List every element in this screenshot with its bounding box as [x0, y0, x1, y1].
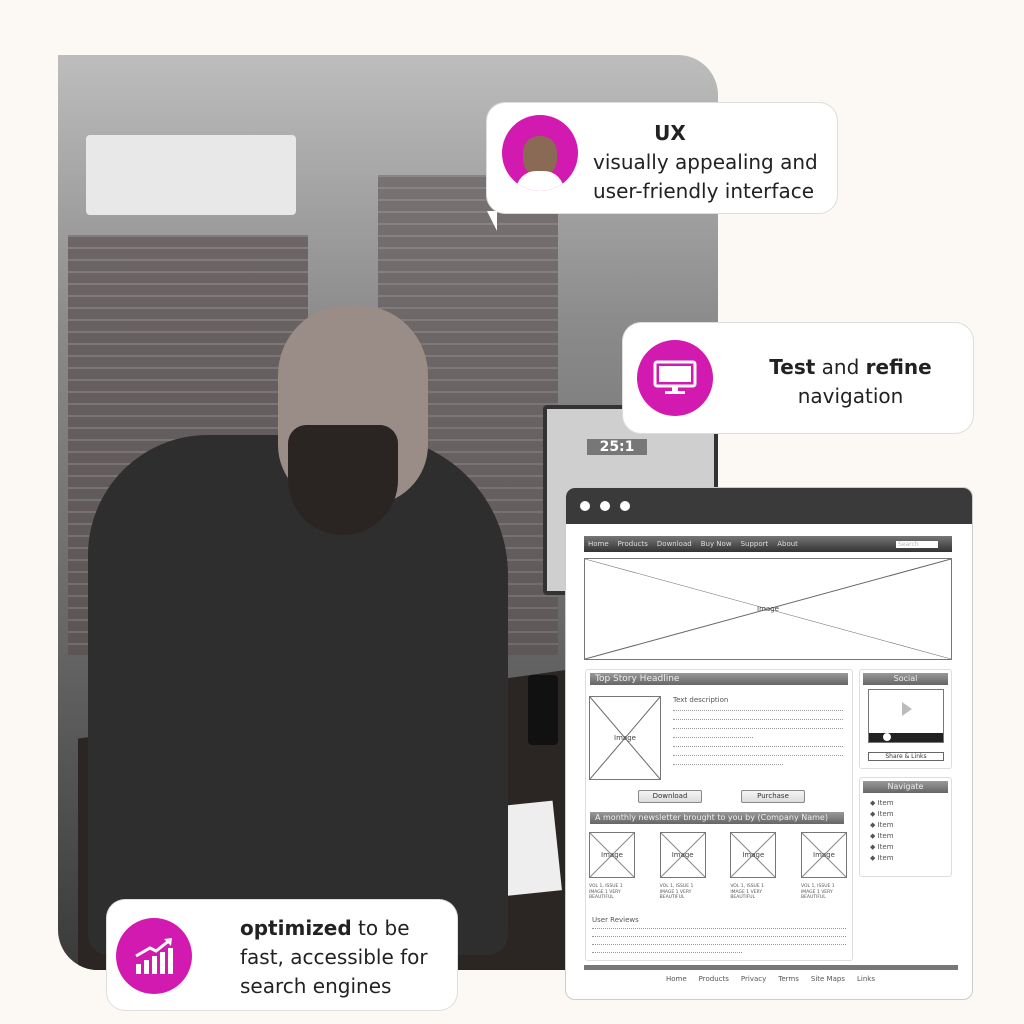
- play-icon[interactable]: [902, 702, 912, 716]
- window-dot-icon[interactable]: [580, 501, 590, 511]
- wf-footer-link[interactable]: Products: [699, 975, 729, 983]
- wf-nav: Home Products Download Buy Now Support A…: [584, 536, 952, 552]
- wf-thumb-caption: VOL 1, ISSUE 1 IMAGE 1 VERY BEAUTIFUL: [800, 884, 835, 900]
- wf-hero-image: Image: [584, 558, 952, 660]
- wf-nav-item[interactable]: About: [777, 540, 798, 548]
- opt-line3: search engines: [240, 974, 392, 998]
- wf-thumb-caption: VOL 1, ISSUE 1 IMAGE 1 VERY BEAUTIFUL: [730, 884, 764, 900]
- wf-hero-label: Image: [757, 605, 779, 613]
- wf-download-button[interactable]: Download: [638, 790, 702, 803]
- wf-nav-item[interactable]: Products: [618, 540, 648, 548]
- test-line1: Test and refine: [728, 353, 973, 382]
- ux-line2: user-friendly interface: [593, 179, 815, 203]
- wf-thumb: Image VOL 1, ISSUE 1 IMAGE 1 VERY BEAUTIF…: [730, 832, 777, 901]
- wf-story-image: Image: [589, 696, 661, 780]
- avatar: [502, 115, 578, 191]
- video-progress[interactable]: [869, 733, 943, 742]
- wf-thumb-label: Image: [813, 851, 835, 859]
- wf-footer-link[interactable]: Home: [666, 975, 687, 983]
- wf-thumb-caption: VOL 1, ISSUE 1 IMAGE 1 VERY BEAUTIFUL: [589, 884, 623, 900]
- wf-navigate-panel: Navigate ◆ Item ◆ Item ◆ Item ◆ Item ◆ I…: [859, 777, 952, 877]
- wf-thumb-label: Image: [601, 851, 623, 859]
- wf-main-panel: Top Story Headline Image Text descriptio…: [585, 669, 853, 961]
- wf-user-reviews: User Reviews: [592, 916, 639, 924]
- test-bold: Test: [769, 355, 816, 379]
- wf-thumb-caption: VOL 1, ISSUE 1 IMAGE 1 VERY BEAUTIFUL: [659, 884, 694, 900]
- wf-thumb: Image VOL 1, ISSUE 1 IMAGE 1 VERY BEAUTIF…: [659, 832, 706, 901]
- ux-card: UX visually appealing and user-friendly …: [487, 103, 837, 231]
- optimized-bold: optimized: [240, 916, 352, 940]
- test-line2: navigation: [797, 384, 904, 408]
- wf-footer-link[interactable]: Terms: [778, 975, 799, 983]
- test-card: Test and refine navigation: [623, 323, 973, 433]
- wf-nav-list-item[interactable]: ◆ Item: [870, 853, 894, 864]
- wf-footer-link[interactable]: Privacy: [741, 975, 766, 983]
- wf-nav-list-item[interactable]: ◆ Item: [870, 798, 894, 809]
- wf-nav-list-item[interactable]: ◆ Item: [870, 842, 894, 853]
- wf-review-lines: [592, 928, 846, 953]
- wf-social-panel: Social Share & Links: [859, 669, 952, 769]
- wf-footer-links: Home Products Privacy Terms Site Maps Li…: [666, 975, 875, 983]
- wf-thumb: Image VOL 1, ISSUE 1 IMAGE 1 VERY BEAUTIF…: [589, 832, 635, 901]
- wf-story-image-label: Image: [614, 734, 636, 742]
- wf-thumb-label: Image: [742, 851, 765, 859]
- window-titlebar: [566, 488, 972, 524]
- air-conditioner: [86, 135, 296, 215]
- wf-thumbs: Image VOL 1, ISSUE 1 IMAGE 1 VERY BEAUTIF…: [589, 832, 847, 901]
- wf-purchase-button[interactable]: Purchase: [741, 790, 805, 803]
- opt-rest: to be: [351, 916, 410, 940]
- keyboard: [528, 675, 558, 745]
- wf-top-story: Top Story Headline: [590, 673, 848, 685]
- opt-line1: optimized to be: [240, 914, 410, 943]
- growth-chart-icon: [116, 918, 192, 994]
- opt-line2: fast, accessible for: [240, 945, 428, 969]
- wf-video-player[interactable]: [868, 689, 944, 743]
- ux-title: UX: [654, 121, 686, 145]
- refine-bold: refine: [865, 355, 932, 379]
- wf-nav-list: ◆ Item ◆ Item ◆ Item ◆ Item ◆ Item ◆ Ite…: [870, 798, 894, 864]
- wf-nav-item[interactable]: Download: [657, 540, 692, 548]
- window-dot-icon[interactable]: [600, 501, 610, 511]
- wf-thumb: Image VOL 1, ISSUE 1 IMAGE 1 VERY BEAUTIF…: [800, 832, 847, 901]
- wf-footer-bar: [584, 965, 958, 970]
- wf-share-links[interactable]: Share & Links: [868, 752, 944, 761]
- monitor-text: 25:1: [587, 439, 647, 455]
- wf-footer-link[interactable]: Links: [857, 975, 875, 983]
- wf-text-description: Text description: [673, 696, 729, 704]
- wf-nav-list-item[interactable]: ◆ Item: [870, 831, 894, 842]
- wf-navigate-title: Navigate: [863, 781, 948, 793]
- window-dot-icon[interactable]: [620, 501, 630, 511]
- wf-nav-item[interactable]: Buy Now: [701, 540, 732, 548]
- wf-footer-link[interactable]: Site Maps: [811, 975, 845, 983]
- speech-tail: [487, 211, 497, 231]
- ux-line1: visually appealing and: [593, 150, 818, 174]
- wf-nav-item[interactable]: Support: [741, 540, 769, 548]
- test-mid: and: [815, 355, 866, 379]
- wf-newsletter-banner: A monthly newsletter brought to you by (…: [590, 812, 844, 824]
- browser-window: Home Products Download Buy Now Support A…: [565, 487, 973, 1000]
- wf-thumb-label: Image: [671, 851, 694, 859]
- person-beard: [288, 425, 398, 535]
- wf-nav-item[interactable]: Home: [588, 540, 609, 548]
- optimized-card: optimized to be fast, accessible for sea…: [107, 900, 457, 1010]
- wf-search-input[interactable]: Search: [896, 540, 938, 548]
- wf-nav-list-item[interactable]: ◆ Item: [870, 809, 894, 820]
- wf-social-title: Social: [863, 673, 948, 685]
- wf-nav-list-item[interactable]: ◆ Item: [870, 820, 894, 831]
- monitor-icon: [637, 340, 713, 416]
- wf-text-lines: [673, 710, 843, 765]
